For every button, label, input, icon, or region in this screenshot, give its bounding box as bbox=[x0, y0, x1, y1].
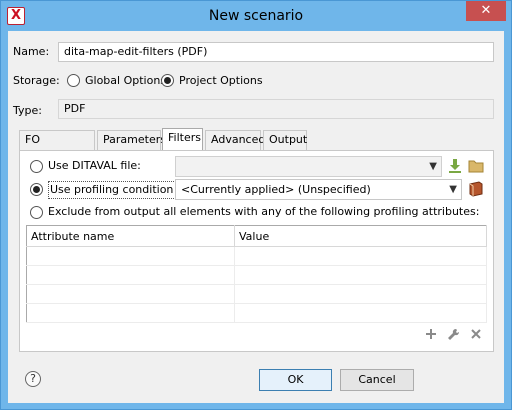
exclude-attributes-radio[interactable] bbox=[30, 206, 43, 219]
project-options-label[interactable]: Project Options bbox=[179, 73, 263, 89]
folder-icon[interactable] bbox=[468, 159, 484, 173]
name-label: Name: bbox=[13, 45, 50, 58]
type-field: PDF bbox=[58, 99, 494, 119]
exclude-attributes-label[interactable]: Exclude from output all elements with an… bbox=[48, 204, 479, 220]
download-icon[interactable] bbox=[448, 158, 462, 174]
add-icon[interactable] bbox=[425, 328, 437, 344]
profiling-attributes-table[interactable]: Attribute name Value bbox=[26, 225, 487, 323]
dialog-window: X New scenario ✕ Name: dita-map-edit-fil… bbox=[0, 0, 512, 410]
remove-icon[interactable] bbox=[470, 328, 482, 344]
book-icon[interactable] bbox=[468, 181, 484, 197]
dialog-body: Name: dita-map-edit-filters (PDF) Storag… bbox=[8, 31, 504, 403]
table-row[interactable] bbox=[26, 265, 487, 285]
use-profiling-label[interactable]: Use profiling condition set bbox=[48, 181, 196, 199]
column-header-attribute-name[interactable]: Attribute name bbox=[26, 225, 235, 247]
table-row[interactable] bbox=[26, 246, 487, 266]
table-header-row: Attribute name Value bbox=[26, 225, 487, 247]
name-input[interactable]: dita-map-edit-filters (PDF) bbox=[58, 42, 494, 62]
table-row[interactable] bbox=[26, 303, 487, 323]
filters-panel: Use DITAVAL file: ▼ Use profiling condit… bbox=[19, 150, 494, 352]
dialog-title: New scenario bbox=[208, 8, 304, 24]
type-label: Type: bbox=[13, 104, 42, 117]
tab-output[interactable]: Output bbox=[263, 130, 307, 150]
close-button[interactable]: ✕ bbox=[466, 1, 506, 21]
table-row[interactable] bbox=[26, 284, 487, 304]
tab-parameters[interactable]: Parameters bbox=[97, 130, 166, 150]
profiling-condition-value: <Currently applied> (Unspecified) bbox=[181, 183, 371, 196]
storage-label: Storage: bbox=[13, 74, 60, 87]
global-options-radio[interactable] bbox=[67, 74, 80, 87]
profiling-condition-combo[interactable]: <Currently applied> (Unspecified) ▼ bbox=[175, 179, 462, 200]
tab-filters[interactable]: Filters bbox=[162, 128, 203, 151]
title-bar[interactable]: X New scenario ✕ bbox=[1, 1, 511, 31]
column-header-value[interactable]: Value bbox=[234, 225, 487, 247]
chevron-down-icon: ▼ bbox=[449, 184, 457, 195]
ditaval-file-combo[interactable]: ▼ bbox=[175, 156, 442, 177]
global-options-label[interactable]: Global Options bbox=[85, 73, 166, 89]
ok-button[interactable]: OK bbox=[259, 369, 332, 391]
use-ditaval-label[interactable]: Use DITAVAL file: bbox=[48, 158, 141, 174]
project-options-radio[interactable] bbox=[161, 74, 174, 87]
tab-advanced[interactable]: Advanced bbox=[205, 130, 265, 150]
help-icon[interactable]: ? bbox=[25, 371, 41, 387]
close-icon: ✕ bbox=[480, 3, 492, 18]
chevron-down-icon: ▼ bbox=[429, 161, 437, 172]
wrench-icon[interactable] bbox=[447, 328, 460, 345]
cancel-button[interactable]: Cancel bbox=[340, 369, 414, 391]
tab-fo-processor[interactable]: FO Processor bbox=[19, 130, 95, 164]
use-ditaval-radio[interactable] bbox=[30, 160, 43, 173]
use-profiling-radio[interactable] bbox=[30, 183, 43, 196]
